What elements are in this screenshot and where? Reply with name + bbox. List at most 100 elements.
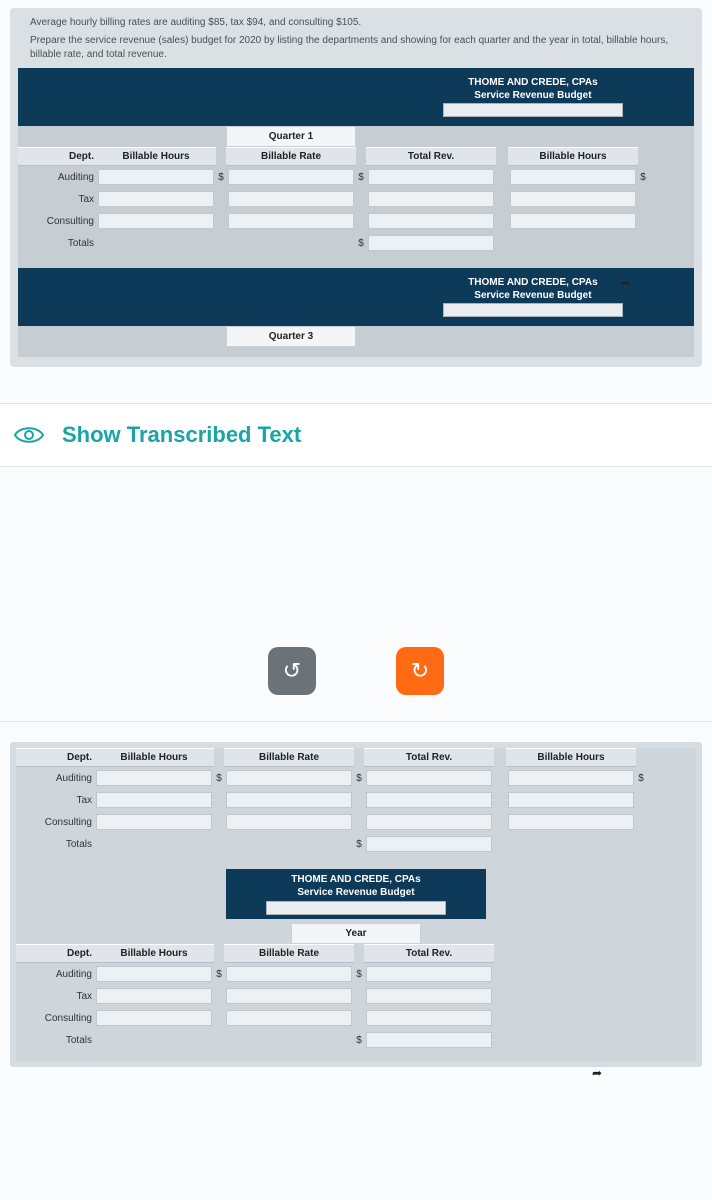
consulting-hours-input[interactable]: [96, 1010, 212, 1026]
worksheet-lower: Dept. Billable Hours Billable Rate Total…: [16, 748, 696, 1061]
consulting-hours-input[interactable]: [96, 814, 212, 830]
title-banner: THOME AND CREDE, CPAs Service Revenue Bu…: [18, 68, 694, 126]
col-hours: Billable Hours: [94, 944, 214, 963]
report-title: Service Revenue Budget: [226, 886, 486, 899]
label-tax: Tax: [16, 988, 94, 1005]
period-dropdown[interactable]: [266, 901, 446, 915]
column-header-row-lower: Dept. Billable Hours Billable Rate Total…: [16, 748, 696, 767]
period-dropdown[interactable]: [443, 303, 623, 317]
totals-rev-input[interactable]: [366, 1032, 492, 1048]
consulting-rev-input[interactable]: [368, 213, 494, 229]
year-label: Year: [291, 923, 421, 944]
undo-button[interactable]: ↺: [268, 647, 316, 695]
upper-question-card: Average hourly billing rates are auditin…: [10, 8, 702, 367]
auditing-hours-input[interactable]: [98, 169, 214, 185]
consulting-rate-input[interactable]: [226, 1010, 352, 1026]
lower-question-card: Dept. Billable Hours Billable Rate Total…: [10, 742, 702, 1067]
tax-hours2-input[interactable]: [508, 792, 634, 808]
quarter-header-row: Quarter 1: [18, 126, 694, 147]
auditing-rate-input[interactable]: [226, 770, 352, 786]
report-title: Service Revenue Budget: [474, 90, 591, 101]
currency-symbol: $: [354, 836, 364, 853]
title-banner-q3: THOME AND CREDE, CPAs Service Revenue Bu…: [18, 268, 694, 326]
auditing-hours-input[interactable]: [96, 966, 212, 982]
consulting-hours-input[interactable]: [98, 213, 214, 229]
tax-rev-input[interactable]: [366, 988, 492, 1004]
label-totals: Totals: [16, 836, 94, 853]
currency-symbol: $: [216, 169, 226, 186]
row-consulting: Consulting: [18, 210, 694, 232]
auditing-rev-input[interactable]: [368, 169, 494, 185]
year-row-tax: Tax: [16, 985, 696, 1007]
cursor-icon: ➦: [620, 276, 630, 290]
tax-hours-input[interactable]: [96, 792, 212, 808]
col-dept: Dept.: [16, 944, 94, 963]
col-rate: Billable Rate: [226, 147, 356, 166]
auditing-hours-input[interactable]: [96, 770, 212, 786]
label-consulting: Consulting: [16, 814, 94, 831]
tax-rate-input[interactable]: [228, 191, 354, 207]
tax-rev-input[interactable]: [368, 191, 494, 207]
currency-symbol: $: [356, 235, 366, 252]
auditing-rate-input[interactable]: [226, 966, 352, 982]
consulting-rev-input[interactable]: [366, 1010, 492, 1026]
cursor-icon: ➦: [592, 1066, 602, 1080]
col-hours2: Billable Hours: [506, 748, 636, 767]
currency-symbol: $: [214, 966, 224, 983]
worksheet-quarter1: THOME AND CREDE, CPAs Service Revenue Bu…: [18, 68, 694, 357]
banner-spacer: [18, 268, 390, 326]
tax-hours-input[interactable]: [98, 191, 214, 207]
tax-rate-input[interactable]: [226, 988, 352, 1004]
quarter3-header-row: Quarter 3: [18, 326, 694, 347]
consulting-rate-input[interactable]: [228, 213, 354, 229]
tax-rev-input[interactable]: [366, 792, 492, 808]
currency-symbol: $: [356, 169, 366, 186]
company-name: THOME AND CREDE, CPAs: [468, 277, 597, 288]
col-hours2: Billable Hours: [508, 147, 638, 166]
year-banner: THOME AND CREDE, CPAs Service Revenue Bu…: [226, 869, 486, 919]
label-auditing: Auditing: [16, 770, 94, 787]
tax-rate-input[interactable]: [226, 792, 352, 808]
year-column-header-row: Dept. Billable Hours Billable Rate Total…: [16, 944, 696, 963]
row-tax-lower: Tax: [16, 789, 696, 811]
col-dept: Dept.: [18, 147, 96, 166]
tax-hours-input[interactable]: [96, 988, 212, 1004]
currency-symbol: $: [214, 770, 224, 787]
year-row-totals: Totals $: [16, 1029, 696, 1051]
tax-hours2-input[interactable]: [510, 191, 636, 207]
col-dept: Dept.: [16, 748, 94, 767]
consulting-hours2-input[interactable]: [510, 213, 636, 229]
show-transcribed-button[interactable]: Show Transcribed Text: [0, 403, 712, 467]
redo-icon: ↻: [411, 658, 429, 684]
consulting-rev-input[interactable]: [366, 814, 492, 830]
row-totals-lower: Totals $: [16, 833, 696, 855]
company-name: THOME AND CREDE, CPAs: [226, 873, 486, 886]
redo-button[interactable]: ↻: [396, 647, 444, 695]
column-header-row: Dept. Billable Hours Billable Rate Total…: [18, 147, 694, 166]
auditing-rev-input[interactable]: [366, 966, 492, 982]
undo-icon: ↺: [283, 658, 301, 684]
quarter3-label: Quarter 3: [226, 326, 356, 347]
col-rev: Total Rev.: [364, 944, 494, 963]
auditing-rate-input[interactable]: [228, 169, 354, 185]
company-name: THOME AND CREDE, CPAs: [468, 77, 597, 88]
row-consulting-lower: Consulting: [16, 811, 696, 833]
col-rate: Billable Rate: [224, 944, 354, 963]
totals-rev-input[interactable]: [366, 836, 492, 852]
banner-content-q3: THOME AND CREDE, CPAs Service Revenue Bu…: [390, 268, 694, 326]
auditing-hours2-input[interactable]: [510, 169, 636, 185]
row-auditing: Auditing $ $ $: [18, 166, 694, 188]
currency-symbol: $: [638, 169, 648, 186]
year-row-consulting: Consulting: [16, 1007, 696, 1029]
col-rev: Total Rev.: [366, 147, 496, 166]
label-consulting: Consulting: [18, 213, 96, 230]
auditing-rev-input[interactable]: [366, 770, 492, 786]
period-dropdown[interactable]: [443, 103, 623, 117]
consulting-rate-input[interactable]: [226, 814, 352, 830]
col-rate: Billable Rate: [224, 748, 354, 767]
consulting-hours2-input[interactable]: [508, 814, 634, 830]
label-tax: Tax: [16, 792, 94, 809]
auditing-hours2-input[interactable]: [508, 770, 634, 786]
totals-rev-input[interactable]: [368, 235, 494, 251]
eye-icon: [14, 424, 44, 446]
